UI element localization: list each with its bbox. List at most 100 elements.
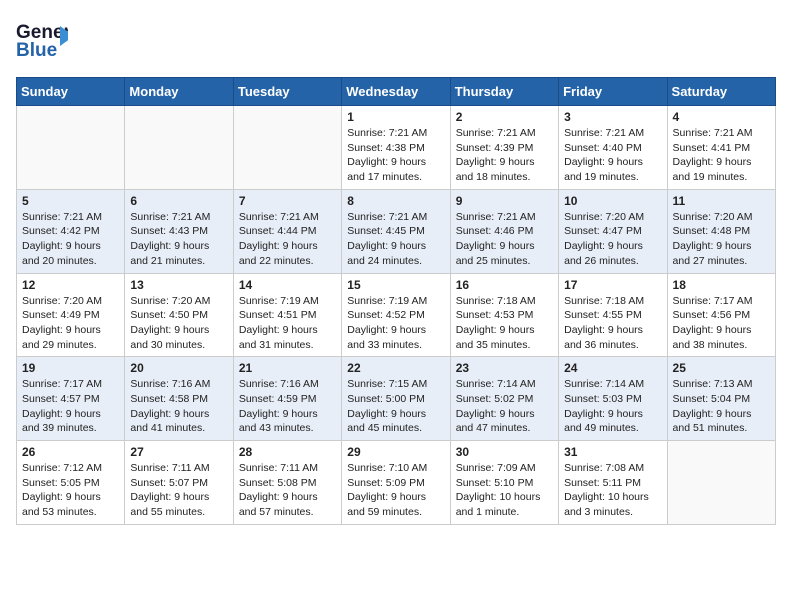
weekday-friday: Friday: [559, 78, 667, 106]
weekday-thursday: Thursday: [450, 78, 558, 106]
day-number: 15: [347, 278, 444, 292]
calendar-cell: 4 Sunrise: 7:21 AM Sunset: 4:41 PM Daylig…: [667, 106, 775, 190]
day-number: 6: [130, 194, 227, 208]
day-number: 2: [456, 110, 553, 124]
day-number: 13: [130, 278, 227, 292]
calendar-cell: 13 Sunrise: 7:20 AM Sunset: 4:50 PM Dayli…: [125, 273, 233, 357]
day-number: 28: [239, 445, 336, 459]
day-info: Sunrise: 7:14 AM Sunset: 5:02 PM Dayligh…: [456, 377, 553, 436]
calendar-cell: 1Sunrise: 7:21 AM Sunset: 4:38 PM Daylig…: [342, 106, 450, 190]
weekday-saturday: Saturday: [667, 78, 775, 106]
calendar-cell: 21 Sunrise: 7:16 AM Sunset: 4:59 PM Dayli…: [233, 357, 341, 441]
day-number: 18: [673, 278, 770, 292]
day-info: Sunrise: 7:19 AM Sunset: 4:51 PM Dayligh…: [239, 294, 336, 353]
day-info: Sunrise: 7:11 AM Sunset: 5:08 PM Dayligh…: [239, 461, 336, 520]
day-info: Sunrise: 7:20 AM Sunset: 4:50 PM Dayligh…: [130, 294, 227, 353]
day-info: Sunrise: 7:18 AM Sunset: 4:55 PM Dayligh…: [564, 294, 661, 353]
calendar-cell: 19 Sunrise: 7:17 AM Sunset: 4:57 PM Dayli…: [17, 357, 125, 441]
calendar-cell: [233, 106, 341, 190]
week-row-1: 1Sunrise: 7:21 AM Sunset: 4:38 PM Daylig…: [17, 106, 776, 190]
weekday-monday: Monday: [125, 78, 233, 106]
calendar-cell: 28 Sunrise: 7:11 AM Sunset: 5:08 PM Dayli…: [233, 441, 341, 525]
calendar-cell: 14Sunrise: 7:19 AM Sunset: 4:51 PM Dayli…: [233, 273, 341, 357]
calendar-cell: 17 Sunrise: 7:18 AM Sunset: 4:55 PM Dayli…: [559, 273, 667, 357]
day-number: 27: [130, 445, 227, 459]
calendar-cell: 7 Sunrise: 7:21 AM Sunset: 4:44 PM Daylig…: [233, 189, 341, 273]
calendar-cell: 24 Sunrise: 7:14 AM Sunset: 5:03 PM Dayli…: [559, 357, 667, 441]
day-info: Sunrise: 7:21 AM Sunset: 4:38 PM Dayligh…: [347, 126, 444, 185]
day-info: Sunrise: 7:17 AM Sunset: 4:56 PM Dayligh…: [673, 294, 770, 353]
calendar-cell: 11Sunrise: 7:20 AM Sunset: 4:48 PM Dayli…: [667, 189, 775, 273]
day-number: 24: [564, 361, 661, 375]
calendar-cell: 16 Sunrise: 7:18 AM Sunset: 4:53 PM Dayli…: [450, 273, 558, 357]
day-info: Sunrise: 7:10 AM Sunset: 5:09 PM Dayligh…: [347, 461, 444, 520]
svg-text:Blue: Blue: [16, 40, 57, 60]
day-info: Sunrise: 7:20 AM Sunset: 4:49 PM Dayligh…: [22, 294, 119, 353]
day-info: Sunrise: 7:14 AM Sunset: 5:03 PM Dayligh…: [564, 377, 661, 436]
calendar-cell: 23 Sunrise: 7:14 AM Sunset: 5:02 PM Dayli…: [450, 357, 558, 441]
calendar-cell: 6 Sunrise: 7:21 AM Sunset: 4:43 PM Daylig…: [125, 189, 233, 273]
logo-icon: General Blue: [16, 16, 68, 60]
calendar-cell: 9Sunrise: 7:21 AM Sunset: 4:46 PM Daylig…: [450, 189, 558, 273]
calendar-cell: 5 Sunrise: 7:21 AM Sunset: 4:42 PM Daylig…: [17, 189, 125, 273]
calendar-cell: 26Sunrise: 7:12 AM Sunset: 5:05 PM Dayli…: [17, 441, 125, 525]
calendar-cell: [17, 106, 125, 190]
day-info: Sunrise: 7:21 AM Sunset: 4:42 PM Dayligh…: [22, 210, 119, 269]
day-number: 31: [564, 445, 661, 459]
calendar-cell: [125, 106, 233, 190]
calendar-cell: 3Sunrise: 7:21 AM Sunset: 4:40 PM Daylig…: [559, 106, 667, 190]
day-number: 21: [239, 361, 336, 375]
weekday-wednesday: Wednesday: [342, 78, 450, 106]
day-number: 23: [456, 361, 553, 375]
day-number: 8: [347, 194, 444, 208]
day-number: 25: [673, 361, 770, 375]
day-number: 4: [673, 110, 770, 124]
day-info: Sunrise: 7:09 AM Sunset: 5:10 PM Dayligh…: [456, 461, 553, 520]
day-info: Sunrise: 7:21 AM Sunset: 4:45 PM Dayligh…: [347, 210, 444, 269]
day-number: 19: [22, 361, 119, 375]
calendar-cell: 30Sunrise: 7:09 AM Sunset: 5:10 PM Dayli…: [450, 441, 558, 525]
calendar-cell: 12 Sunrise: 7:20 AM Sunset: 4:49 PM Dayli…: [17, 273, 125, 357]
week-row-4: 19 Sunrise: 7:17 AM Sunset: 4:57 PM Dayli…: [17, 357, 776, 441]
day-info: Sunrise: 7:12 AM Sunset: 5:05 PM Dayligh…: [22, 461, 119, 520]
week-row-5: 26Sunrise: 7:12 AM Sunset: 5:05 PM Dayli…: [17, 441, 776, 525]
day-info: Sunrise: 7:17 AM Sunset: 4:57 PM Dayligh…: [22, 377, 119, 436]
day-number: 16: [456, 278, 553, 292]
day-number: 10: [564, 194, 661, 208]
day-info: Sunrise: 7:21 AM Sunset: 4:41 PM Dayligh…: [673, 126, 770, 185]
logo: General Blue: [16, 16, 68, 65]
day-info: Sunrise: 7:19 AM Sunset: 4:52 PM Dayligh…: [347, 294, 444, 353]
day-info: Sunrise: 7:21 AM Sunset: 4:43 PM Dayligh…: [130, 210, 227, 269]
calendar-cell: 29 Sunrise: 7:10 AM Sunset: 5:09 PM Dayli…: [342, 441, 450, 525]
calendar-cell: 10Sunrise: 7:20 AM Sunset: 4:47 PM Dayli…: [559, 189, 667, 273]
calendar-cell: 22 Sunrise: 7:15 AM Sunset: 5:00 PM Dayli…: [342, 357, 450, 441]
day-info: Sunrise: 7:08 AM Sunset: 5:11 PM Dayligh…: [564, 461, 661, 520]
day-number: 17: [564, 278, 661, 292]
day-info: Sunrise: 7:13 AM Sunset: 5:04 PM Dayligh…: [673, 377, 770, 436]
calendar-table: SundayMondayTuesdayWednesdayThursdayFrid…: [16, 77, 776, 525]
day-info: Sunrise: 7:18 AM Sunset: 4:53 PM Dayligh…: [456, 294, 553, 353]
calendar-cell: 2 Sunrise: 7:21 AM Sunset: 4:39 PM Daylig…: [450, 106, 558, 190]
day-number: 12: [22, 278, 119, 292]
calendar-cell: 27 Sunrise: 7:11 AM Sunset: 5:07 PM Dayli…: [125, 441, 233, 525]
day-number: 7: [239, 194, 336, 208]
week-row-2: 5 Sunrise: 7:21 AM Sunset: 4:42 PM Daylig…: [17, 189, 776, 273]
weekday-tuesday: Tuesday: [233, 78, 341, 106]
day-info: Sunrise: 7:21 AM Sunset: 4:46 PM Dayligh…: [456, 210, 553, 269]
day-info: Sunrise: 7:16 AM Sunset: 4:59 PM Dayligh…: [239, 377, 336, 436]
page-header: General Blue: [16, 16, 776, 65]
day-info: Sunrise: 7:20 AM Sunset: 4:48 PM Dayligh…: [673, 210, 770, 269]
day-info: Sunrise: 7:21 AM Sunset: 4:40 PM Dayligh…: [564, 126, 661, 185]
calendar-cell: [667, 441, 775, 525]
day-info: Sunrise: 7:11 AM Sunset: 5:07 PM Dayligh…: [130, 461, 227, 520]
day-number: 29: [347, 445, 444, 459]
day-number: 5: [22, 194, 119, 208]
calendar-cell: 18 Sunrise: 7:17 AM Sunset: 4:56 PM Dayli…: [667, 273, 775, 357]
calendar-cell: 25 Sunrise: 7:13 AM Sunset: 5:04 PM Dayli…: [667, 357, 775, 441]
day-info: Sunrise: 7:15 AM Sunset: 5:00 PM Dayligh…: [347, 377, 444, 436]
day-info: Sunrise: 7:16 AM Sunset: 4:58 PM Dayligh…: [130, 377, 227, 436]
day-number: 22: [347, 361, 444, 375]
day-info: Sunrise: 7:21 AM Sunset: 4:44 PM Dayligh…: [239, 210, 336, 269]
day-info: Sunrise: 7:21 AM Sunset: 4:39 PM Dayligh…: [456, 126, 553, 185]
calendar-cell: 31 Sunrise: 7:08 AM Sunset: 5:11 PM Dayli…: [559, 441, 667, 525]
